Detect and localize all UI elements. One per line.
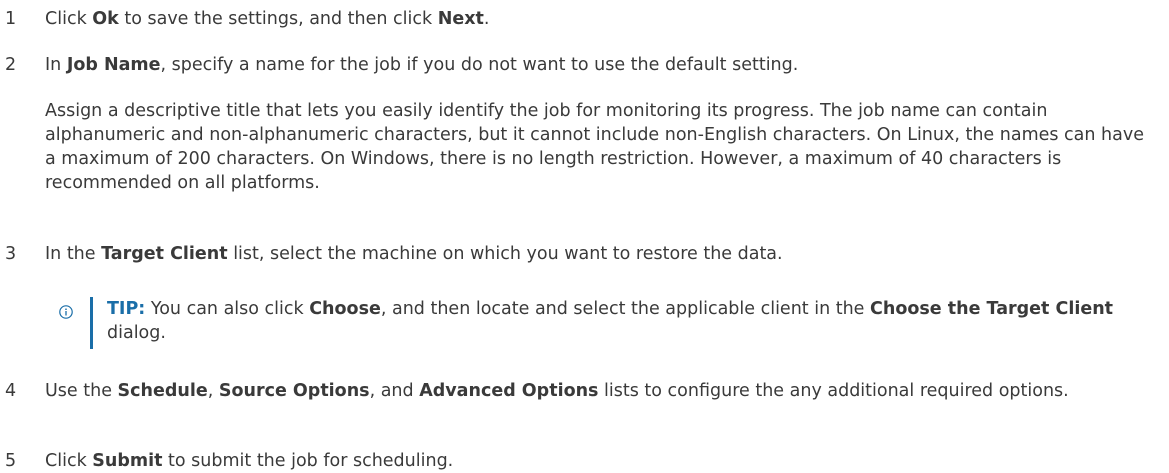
tip-callout: TIP: You can also click Choose, and then… xyxy=(0,297,1167,349)
text-run: dialog. xyxy=(107,323,166,343)
step-text: In the Target Client list, select the ma… xyxy=(45,242,1165,266)
text-run: to save the settings, and then click xyxy=(118,9,438,29)
text-run: In the xyxy=(45,244,102,264)
text-run: . xyxy=(483,9,490,29)
text-run: , specify a name for the job if you do n… xyxy=(160,55,799,75)
text-run: You can also click xyxy=(145,299,310,319)
text-run: , and xyxy=(369,381,420,401)
bold-term: Advanced Options xyxy=(419,381,599,401)
text-run: , and then locate and select the applica… xyxy=(380,299,871,319)
tip-label: TIP: xyxy=(107,299,146,319)
step-text: Click Submit to submit the job for sched… xyxy=(45,449,1165,473)
bold-term: Target Client xyxy=(101,244,228,264)
step-5: 5 Click Submit to submit the job for sch… xyxy=(0,449,1165,473)
bold-term: Schedule xyxy=(117,381,208,401)
text-run: lists to configure the any additional re… xyxy=(598,381,1069,401)
step-number: 1 xyxy=(5,9,17,29)
text-run: , xyxy=(207,381,219,401)
text-run: to submit the job for scheduling. xyxy=(162,451,454,471)
step-text: Use the Schedule, Source Options, and Ad… xyxy=(45,379,1165,403)
step-3: 3 In the Target Client list, select the … xyxy=(0,242,1165,266)
step-number: 5 xyxy=(5,451,17,471)
text-run: Use the xyxy=(45,381,118,401)
text-run: list, select the machine on which you wa… xyxy=(227,244,783,264)
step-2: 2 In Job Name, specify a name for the jo… xyxy=(0,53,1165,77)
bold-term: Ok xyxy=(92,9,119,29)
step-text: In Job Name, specify a name for the job … xyxy=(45,53,1165,77)
bold-term: Job Name xyxy=(66,55,161,75)
step-text: Click Ok to save the settings, and then … xyxy=(45,7,1165,31)
step-number: 3 xyxy=(5,244,17,264)
bold-term: Choose the Target Client xyxy=(870,299,1114,319)
text-run: In xyxy=(45,55,67,75)
text-run: Click xyxy=(45,9,93,29)
bold-term: Choose xyxy=(309,299,381,319)
tip-divider xyxy=(90,297,93,349)
bold-term: Next xyxy=(437,9,484,29)
tip-text: TIP: You can also click Choose, and then… xyxy=(107,299,1113,343)
step-4: 4 Use the Schedule, Source Options, and … xyxy=(0,379,1165,403)
info-circle-icon xyxy=(59,302,73,319)
text-run: Click xyxy=(45,451,93,471)
step-number: 4 xyxy=(5,381,17,401)
step-2-description: Assign a descriptive title that lets you… xyxy=(45,101,1144,193)
bold-term: Source Options xyxy=(218,381,370,401)
step-number: 2 xyxy=(5,55,17,75)
bold-term: Submit xyxy=(92,451,163,471)
step-1: 1 Click Ok to save the settings, and the… xyxy=(0,7,1165,31)
